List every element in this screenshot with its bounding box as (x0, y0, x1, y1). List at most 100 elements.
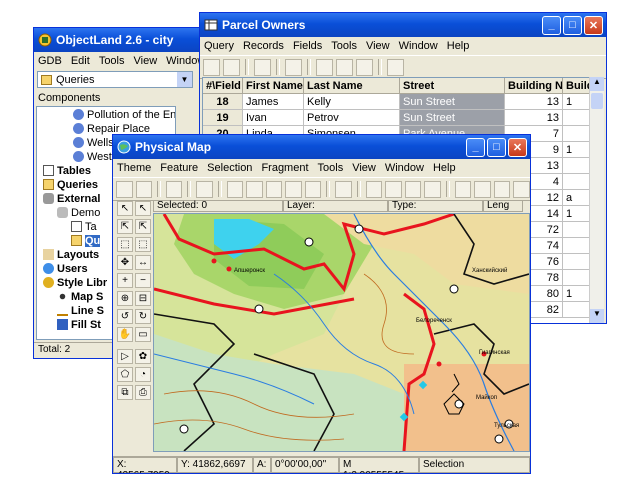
menu-tools[interactable]: Tools (99, 55, 125, 67)
chevron-down-icon[interactable]: ▼ (177, 72, 192, 87)
window2-icon[interactable] (513, 180, 530, 198)
tree-item-queries[interactable]: Queries (43, 179, 98, 191)
menu-view[interactable]: View (134, 55, 158, 67)
tree-item-users[interactable]: Users (43, 263, 88, 275)
export-icon[interactable] (304, 180, 322, 198)
pointer-icon[interactable]: ↖ (117, 201, 133, 216)
table-cell-num[interactable]: 13 (505, 94, 563, 110)
tree-item-qu[interactable]: Qu (71, 235, 101, 247)
grid-vscrollbar[interactable]: ▲ ▼ (589, 77, 604, 323)
menu-help[interactable]: Help (447, 40, 470, 52)
column-header[interactable]: Street (400, 78, 505, 94)
stamp-icon[interactable] (335, 180, 352, 198)
print-icon[interactable] (254, 58, 271, 76)
table-cell-id[interactable]: 18 (203, 94, 243, 110)
table-cell-last[interactable]: Petrov (304, 110, 400, 126)
filter-icon[interactable] (365, 180, 383, 198)
menu-gdb[interactable]: GDB (38, 55, 62, 67)
print-icon[interactable] (165, 180, 183, 198)
maximize-button[interactable]: □ (487, 137, 506, 157)
print-preview-icon[interactable]: ⎙ (135, 385, 151, 400)
menu-view[interactable]: View (352, 162, 376, 174)
table-cell-num[interactable]: 13 (505, 110, 563, 126)
menu-fragment[interactable]: Fragment (261, 162, 308, 174)
find-icon[interactable] (285, 58, 302, 76)
tree-item-pollution[interactable]: Pollution of the Environment (73, 109, 175, 121)
menu-view[interactable]: View (366, 40, 390, 52)
column-header[interactable]: #\Field (203, 78, 243, 94)
component-combo[interactable]: Queries ▼ (37, 71, 193, 88)
scroll-thumb[interactable] (591, 93, 603, 109)
grid-icon[interactable] (265, 180, 283, 198)
table-row[interactable]: 19 Ivan Petrov Sun Street 13 (203, 110, 593, 126)
window-icon[interactable] (493, 180, 511, 198)
column-header[interactable]: Last Name (304, 78, 400, 94)
tree-item-demo[interactable]: Demo (57, 207, 100, 219)
grid-icon[interactable] (387, 58, 404, 76)
select-pointer-icon[interactable]: ↖ (135, 201, 151, 216)
menu-selection[interactable]: Selection (207, 162, 252, 174)
tree-item-line-styles[interactable]: Line S (57, 305, 104, 317)
menu-edit[interactable]: Edit (71, 55, 90, 67)
draw-circle-icon[interactable]: ◔ (135, 367, 151, 382)
menu-tools[interactable]: Tools (318, 162, 344, 174)
info-icon[interactable] (226, 180, 244, 198)
table-cell-first[interactable]: James (243, 94, 304, 110)
draw-polygon-icon[interactable]: ⬠ (117, 367, 133, 382)
draw-shape-icon[interactable]: ✿ (135, 349, 151, 364)
tree-item-tables[interactable]: Tables (43, 165, 91, 177)
minimize-button[interactable]: _ (542, 15, 561, 35)
copy-icon[interactable]: ⧉ (117, 385, 133, 400)
rect-edit-icon[interactable]: ⬚ (135, 237, 151, 252)
tree-item-fill-styles[interactable]: Fill St (57, 319, 101, 331)
minimize-button[interactable]: _ (466, 137, 485, 157)
menu-query[interactable]: Query (204, 40, 234, 52)
select-filter-icon[interactable] (404, 180, 422, 198)
undo-icon[interactable] (454, 180, 472, 198)
node-edit-icon[interactable]: ⇱ (135, 219, 151, 234)
grid-lines-icon[interactable] (424, 180, 441, 198)
move-icon[interactable]: ✥ (117, 255, 133, 270)
table-icon[interactable] (246, 180, 263, 198)
first-record-icon[interactable] (316, 58, 333, 76)
menu-feature[interactable]: Feature (160, 162, 198, 174)
record-icon[interactable] (336, 58, 353, 76)
zoom-out-icon[interactable]: − (135, 273, 151, 288)
tree-item-external[interactable]: External (43, 193, 100, 205)
parcel-titlebar[interactable]: Parcel Owners _ □ ✕ (200, 13, 606, 37)
scroll-up-icon[interactable]: ▲ (590, 77, 604, 91)
tree-item-map-symbols[interactable]: Map S (57, 291, 103, 303)
menu-fields[interactable]: Fields (293, 40, 322, 52)
table-cell-last[interactable]: Kelly (304, 94, 400, 110)
open-icon[interactable] (203, 58, 220, 76)
tree-item-layouts[interactable]: Layouts (43, 249, 99, 261)
table-cell-first[interactable]: Ivan (243, 110, 304, 126)
tree-item-wells[interactable]: Wells (73, 137, 114, 149)
table-row[interactable]: 18 James Kelly Sun Street 13 1 (203, 94, 593, 110)
maximize-button[interactable]: □ (563, 15, 582, 35)
save-icon[interactable] (135, 180, 153, 198)
close-button[interactable]: ✕ (508, 137, 527, 157)
rotate-right-icon[interactable]: ↻ (135, 309, 151, 324)
pan-hand-icon[interactable]: ✋ (117, 327, 133, 342)
zoom-rect-icon[interactable]: ⊕ (117, 291, 133, 306)
objectland-titlebar[interactable]: ObjectLand 2.6 - city (34, 28, 210, 52)
draw-polyline-icon[interactable]: ▷ (117, 349, 133, 364)
menu-theme[interactable]: Theme (117, 162, 151, 174)
close-button[interactable]: ✕ (584, 15, 603, 35)
menu-window[interactable]: Window (385, 162, 424, 174)
menu-window[interactable]: Window (399, 40, 438, 52)
open-icon[interactable] (116, 180, 133, 198)
menu-tools[interactable]: Tools (331, 40, 357, 52)
table-cell-id[interactable]: 19 (203, 110, 243, 126)
column-header[interactable]: First Name (243, 78, 304, 94)
table-cell-street[interactable]: Sun Street (400, 110, 505, 126)
query-icon[interactable] (385, 180, 402, 198)
save-icon[interactable] (223, 58, 240, 76)
chart-icon[interactable] (285, 180, 302, 198)
next-record-icon[interactable] (356, 58, 373, 76)
map-titlebar[interactable]: Physical Map _ □ ✕ (113, 135, 530, 159)
zoom-window-icon[interactable]: ⊟ (135, 291, 151, 306)
zoom-in-icon[interactable]: + (117, 273, 133, 288)
rect-select-icon[interactable]: ⬚ (117, 237, 133, 252)
